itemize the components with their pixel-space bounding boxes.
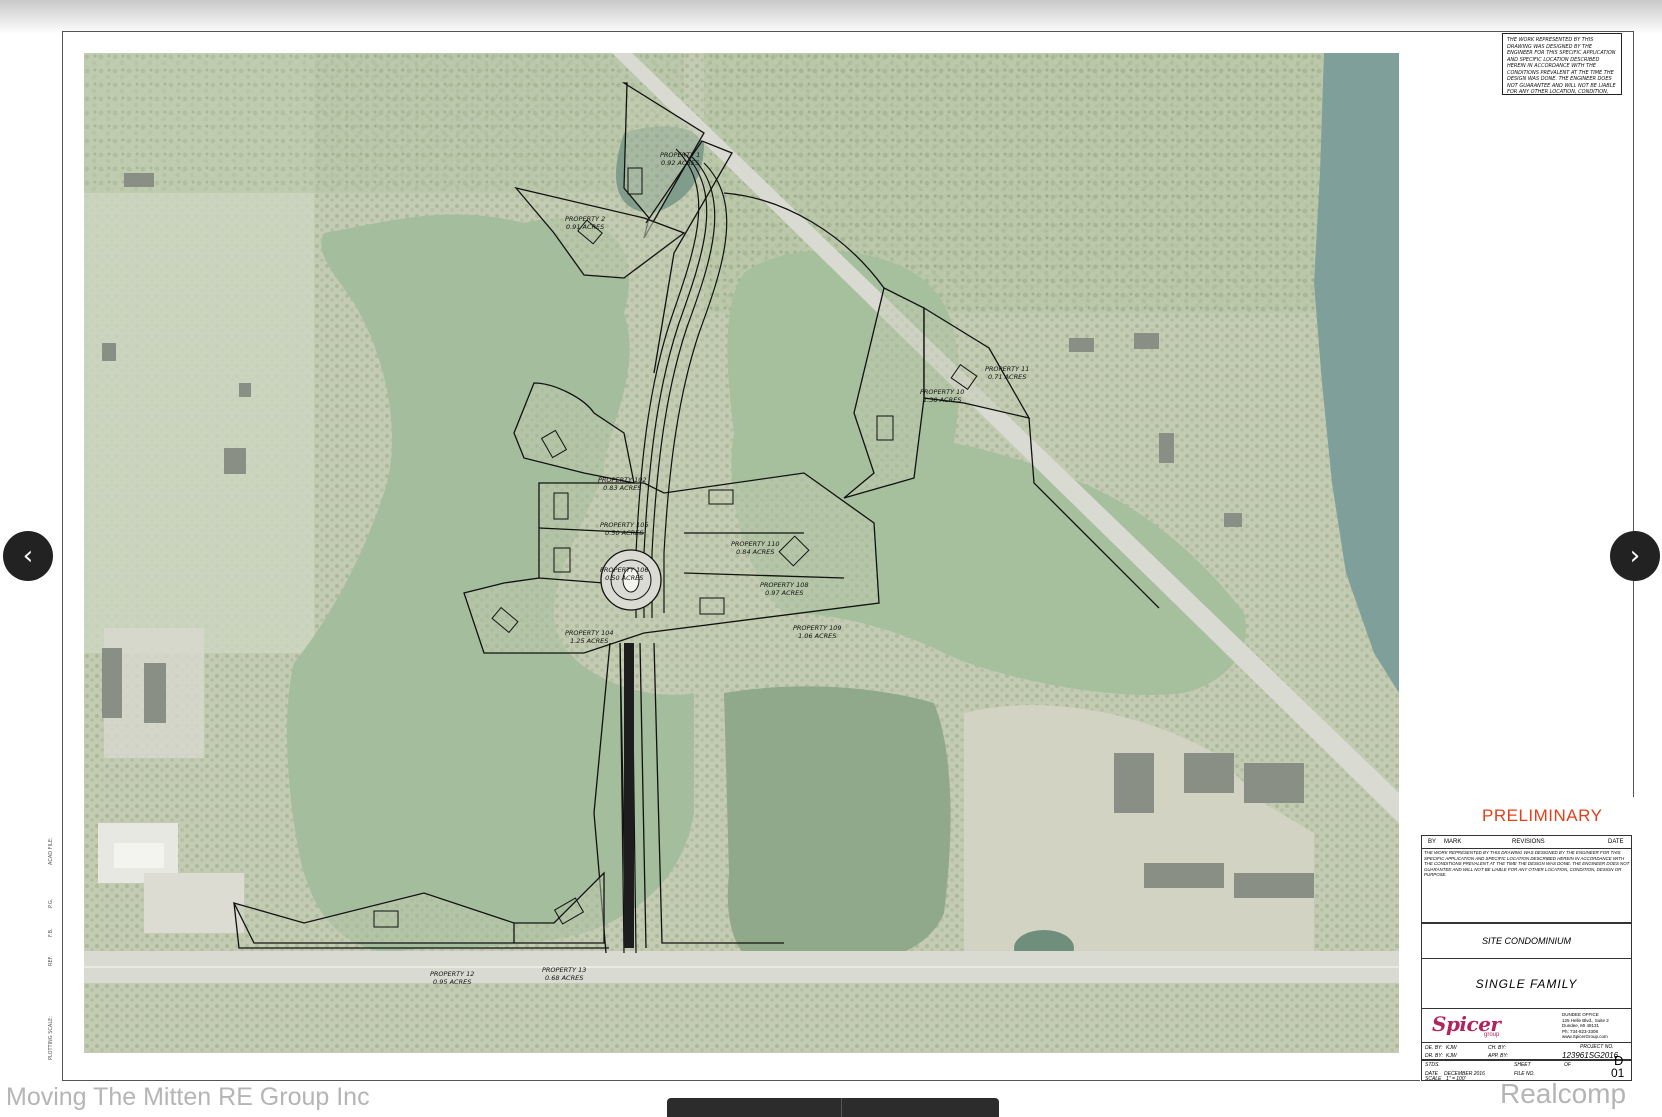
company-row: Spicer group DUNDEE OFFICE 125 Helle Blv… (1421, 1008, 1632, 1042)
property-label: PROPERTY 108 0.97 ACRES (760, 581, 809, 597)
bottom-toolbar[interactable] (667, 1098, 999, 1117)
side-label: ACAD FILE: (48, 837, 54, 865)
rev-col-revisions: REVISIONS (1512, 839, 1545, 845)
south-access-road (624, 643, 634, 948)
chevron-left-icon: ‹ (22, 541, 34, 571)
property-label: PROPERTY 109 1.06 ACRES (793, 624, 842, 640)
company-logo: Spicer group (1432, 1012, 1501, 1038)
side-label: F.B. (48, 928, 54, 937)
property-label: PROPERTY 1 0.92 ACRES (660, 151, 701, 167)
chevron-right-icon: › (1629, 541, 1641, 571)
project-type-row: SITE CONDOMINIUM (1421, 923, 1632, 958)
marsh-south (724, 686, 951, 973)
side-label: P.G. (48, 898, 54, 908)
office-address: DUNDEE OFFICE 125 Helle Blvd., Suite 2 D… (1562, 1012, 1609, 1039)
property-label: PROPERTY 102 0.83 ACRES (598, 476, 647, 492)
top-shade (0, 0, 1662, 34)
revision-note: The work represented by this drawing was… (1424, 850, 1630, 877)
property-label: PROPERTY 12 0.95 ACRES (430, 970, 475, 986)
property-label: PROPERTY 104 1.25 ACRES (565, 629, 614, 645)
toolbar-divider (841, 1098, 842, 1117)
rev-col-mark: MARK (1444, 839, 1462, 845)
property-label: PROPERTY 106 0.50 ACRES (600, 566, 649, 582)
disclaimer-box: The work represented by this drawing was… (1502, 33, 1622, 95)
property-label: PROPERTY 11 0.71 ACRES (985, 365, 1030, 381)
project-subtype-row: SINGLE FAMILY (1421, 958, 1632, 1008)
credits-row: DE. BY: KJW DR. BY: KJW CH. BY: APP. BY:… (1421, 1042, 1632, 1060)
project-type: SITE CONDOMINIUM (1482, 936, 1571, 946)
next-image-button[interactable]: › (1610, 531, 1660, 581)
preliminary-stamp: PRELIMINARY (1482, 806, 1603, 825)
watermark-mls: Realcomp (1500, 1078, 1627, 1109)
property-label: PROPERTY 13 0.68 ACRES (542, 966, 587, 982)
rev-col-date: DATE (1608, 839, 1624, 845)
watermark-agency: Moving The Mitten RE Group Inc (6, 1083, 370, 1111)
property-label: PROPERTY 2 0.91 ACRES (565, 215, 606, 231)
property-label: PROPERTY 105 0.50 ACRES (600, 521, 649, 537)
project-subtype: SINGLE FAMILY (1475, 977, 1578, 991)
property-label: PROPERTY 110 0.84 ACRES (731, 540, 780, 556)
rev-col-by: BY (1428, 839, 1437, 845)
side-label: REF. (48, 955, 54, 966)
revision-header: BY MARK REVISIONS DATE The work represen… (1421, 835, 1632, 923)
side-label: PLOTTING SCALE: (48, 1016, 54, 1060)
previous-image-button[interactable]: ‹ (3, 531, 53, 581)
property-label: PROPERTY 10 1.38 ACRES (920, 388, 965, 404)
